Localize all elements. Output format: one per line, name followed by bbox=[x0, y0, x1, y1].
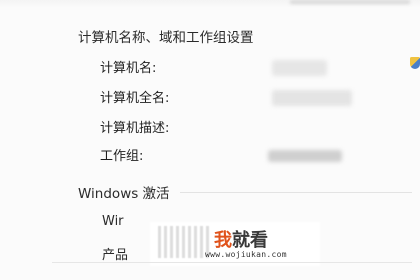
watermark-brand: 我就看 bbox=[214, 226, 268, 252]
watermark-logo-graphic bbox=[158, 226, 210, 258]
watermark-brand-first: 我 bbox=[214, 230, 232, 251]
computer-name-section-title: 计算机名称、域和工作组设置 bbox=[78, 30, 254, 46]
full-computer-name-value bbox=[272, 90, 352, 106]
blurred-top-value bbox=[290, 0, 410, 4]
computer-name-label: 计算机名: bbox=[100, 61, 157, 76]
workgroup-label: 工作组: bbox=[100, 149, 144, 164]
watermark-brand-rest: 就看 bbox=[232, 230, 268, 251]
section-divider bbox=[180, 192, 412, 193]
computer-description-label: 计算机描述: bbox=[100, 121, 170, 136]
bottom-divider bbox=[52, 262, 412, 263]
activation-status-partial: Wir bbox=[102, 214, 124, 229]
product-id-partial: 产品 bbox=[102, 248, 129, 263]
workgroup-value bbox=[268, 150, 342, 162]
full-computer-name-label: 计算机全名: bbox=[100, 91, 170, 106]
shield-icon[interactable] bbox=[410, 57, 420, 69]
watermark-url: www.wojiukan.com bbox=[205, 250, 287, 259]
computer-name-value bbox=[272, 60, 327, 76]
activation-section-title: Windows 激活 bbox=[78, 186, 170, 202]
